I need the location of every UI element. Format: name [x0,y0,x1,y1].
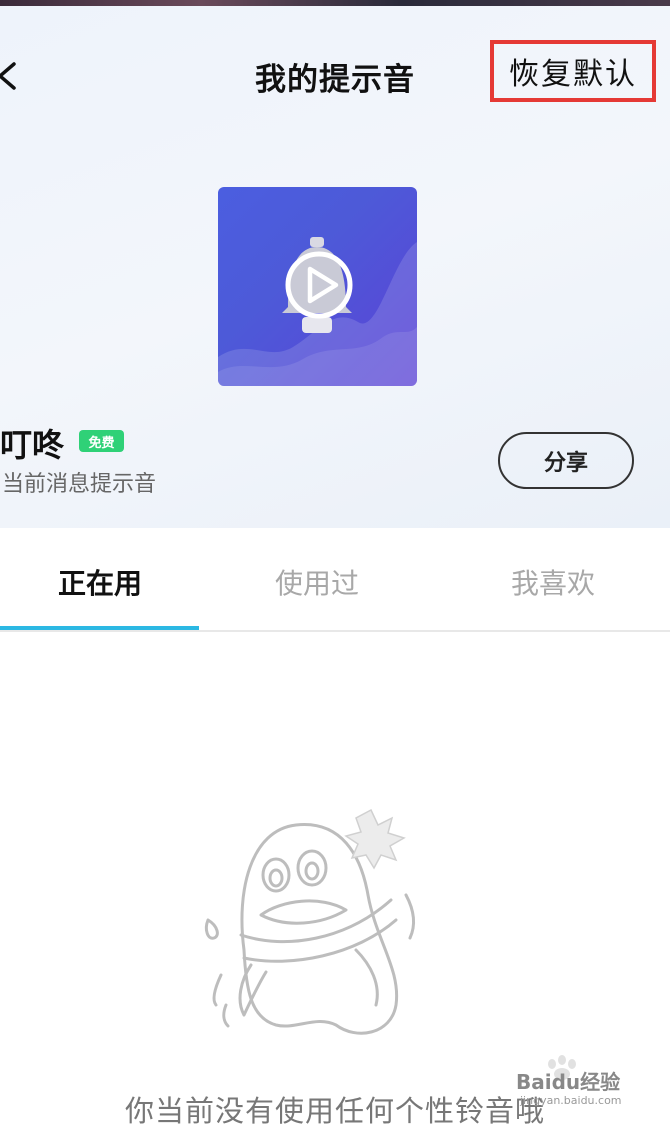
tone-name: 叮咚 [0,426,65,464]
watermark-subtext: jingyan.baidu.com [520,1094,622,1107]
tab-in-use[interactable]: 正在用 [0,562,200,602]
tone-cover-image[interactable] [218,187,417,386]
tone-subtitle: 当前消息提示音 [2,472,157,497]
restore-default-button[interactable]: 恢复默认 [490,40,656,102]
tab-favorites[interactable]: 我喜欢 [453,562,653,602]
share-button[interactable]: 分享 [498,432,634,489]
header-area: 我的提示音 恢复默认 叮咚 免费 当前消息提示音 分享 [0,6,670,528]
free-badge: 免费 [79,430,124,452]
empty-state-penguin-illustration [204,808,415,1035]
tab-bar: 正在用 使用过 我喜欢 [0,528,670,632]
play-icon[interactable] [218,187,417,386]
active-tab-indicator [0,626,199,630]
tab-used[interactable]: 使用过 [217,562,417,602]
watermark-text: Baidu经验 [516,1070,621,1094]
